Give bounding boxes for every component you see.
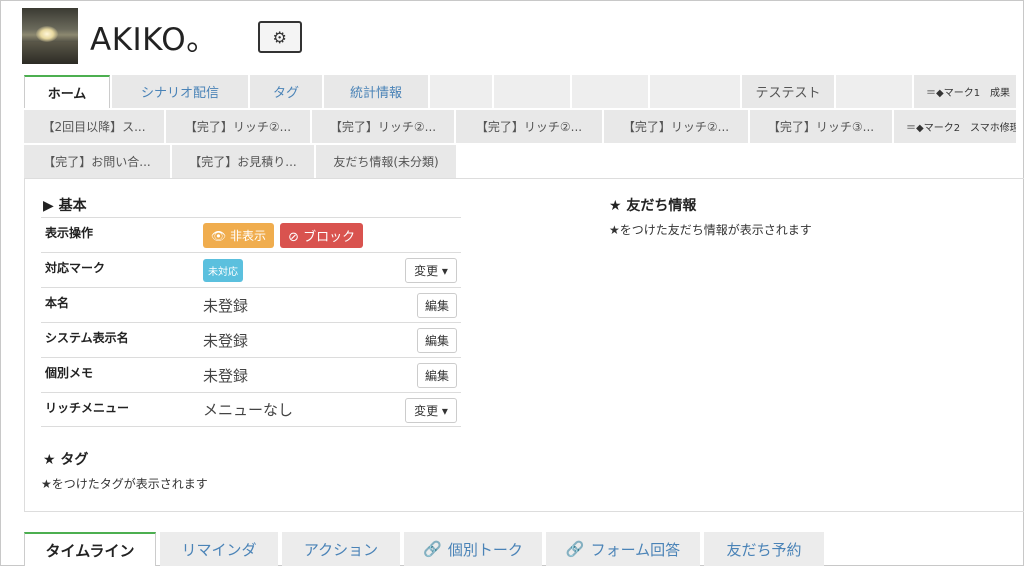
- prop-row-system-name: システム表示名 未登録 編集: [41, 322, 461, 357]
- tab-label: テステスト: [755, 86, 821, 101]
- tab-label: アクション: [303, 540, 379, 559]
- tab-row-2: 【2回目以降】ス... 【完了】リッチ②... 【完了】リッチ②... 【完了】…: [24, 110, 1018, 143]
- tab-label: ＝◆マーク2 スマホ修理: [906, 123, 1016, 134]
- prop-value: 未登録: [203, 296, 249, 315]
- prop-label: システム表示名: [45, 331, 129, 345]
- tab-segment[interactable]: 【2回目以降】ス...: [24, 110, 164, 143]
- tab-label: 【完了】リッチ②...: [475, 120, 583, 134]
- prop-label: 対応マーク: [45, 261, 106, 275]
- tab-label: 友だち情報(未分類): [333, 155, 439, 169]
- tab-label: 統計情報: [349, 86, 402, 101]
- tab-label: 個別トーク: [447, 540, 523, 559]
- tab-label: 【完了】リッチ③...: [767, 120, 875, 134]
- tab-segment[interactable]: 【完了】リッチ②...: [604, 110, 748, 143]
- tab-row-3: 【完了】お問い合... 【完了】お見積り... 友だち情報(未分類): [24, 145, 458, 178]
- tab-home[interactable]: ホーム: [24, 75, 110, 108]
- prop-value: 未登録: [203, 331, 249, 350]
- tab-label: リマインダ: [181, 540, 257, 559]
- prop-row-display-actions: 表示操作 👁 非表示 ⊘ ブロック: [41, 217, 461, 252]
- home-panel: ▶ 基本 表示操作 👁 非表示 ⊘ ブロック 対応マーク 未対応 変更 ▾ 本名…: [24, 178, 1024, 512]
- tab-label: 【完了】お問い合...: [43, 155, 151, 169]
- tab-marker-2[interactable]: ＝◆マーク2 スマホ修理: [894, 110, 1016, 143]
- prop-row-status-mark: 対応マーク 未対応 変更 ▾: [41, 252, 461, 287]
- tab-friend-reservation[interactable]: 友だち予約: [704, 532, 824, 566]
- prop-label: 表示操作: [45, 226, 94, 240]
- basic-properties-table: 表示操作 👁 非表示 ⊘ ブロック 対応マーク 未対応 変更 ▾ 本名 未登録 …: [41, 217, 461, 427]
- change-rich-menu-button[interactable]: 変更 ▾: [405, 398, 457, 423]
- prop-value: 未登録: [203, 366, 249, 385]
- tab-label: 【完了】リッチ②...: [184, 120, 292, 134]
- tab-label: 友だち予約: [726, 540, 802, 559]
- tab-segment[interactable]: 【完了】お問い合...: [24, 145, 170, 178]
- tab-action[interactable]: アクション: [282, 532, 400, 566]
- tags-section-title: ★ タグ: [43, 452, 89, 468]
- tab-timeline[interactable]: タイムライン: [24, 532, 156, 566]
- profile-header: AKIKO。 ⚙: [22, 8, 302, 64]
- edit-real-name-button[interactable]: 編集: [417, 293, 457, 318]
- friend-info-title: ★ 友だち情報: [609, 198, 697, 214]
- tab-label: シナリオ配信: [140, 86, 219, 101]
- block-button[interactable]: ⊘ ブロック: [280, 222, 364, 248]
- prop-value: メニューなし: [203, 401, 294, 419]
- prop-row-rich-menu: リッチメニュー メニューなし 変更 ▾: [41, 392, 461, 427]
- hide-button[interactable]: 👁 非表示: [203, 222, 275, 248]
- tab-reminder[interactable]: リマインダ: [160, 532, 278, 566]
- tab-label: ホーム: [47, 87, 87, 102]
- tab-label: タグ: [272, 86, 299, 101]
- tab-testest[interactable]: テステスト: [742, 75, 834, 108]
- avatar-sea: [22, 42, 78, 64]
- friend-info-desc: ★をつけた友だち情報が表示されます: [609, 223, 812, 237]
- prop-label: 本名: [45, 296, 70, 310]
- link-icon: 🔗: [423, 540, 442, 558]
- tags-section-desc: ★をつけたタグが表示されます: [41, 477, 208, 491]
- tab-label: 【2回目以降】ス...: [42, 120, 146, 134]
- tab-individual-talk[interactable]: 🔗 個別トーク: [404, 532, 542, 566]
- status-badge: 未対応: [203, 258, 243, 282]
- change-status-button[interactable]: 変更 ▾: [405, 258, 457, 283]
- avatar-sun: [36, 26, 58, 42]
- basic-section-title: ▶ 基本: [43, 198, 87, 214]
- tab-segment[interactable]: 【完了】リッチ②...: [166, 110, 310, 143]
- bottom-tab-row: タイムライン リマインダ アクション 🔗 個別トーク 🔗 フォーム回答 友だち予約: [24, 532, 828, 566]
- tab-label: 【完了】リッチ②...: [329, 120, 437, 134]
- tab-blank[interactable]: [836, 75, 912, 108]
- edit-system-name-button[interactable]: 編集: [417, 328, 457, 353]
- prop-row-real-name: 本名 未登録 編集: [41, 287, 461, 322]
- tab-label: タイムライン: [45, 541, 135, 560]
- tab-friend-info-unclassified[interactable]: 友だち情報(未分類): [316, 145, 456, 178]
- prop-label: リッチメニュー: [45, 401, 130, 415]
- gear-icon: ⚙: [272, 27, 287, 47]
- tab-stats[interactable]: 統計情報: [324, 75, 428, 108]
- tab-label: 【完了】お見積り...: [189, 155, 297, 169]
- profile-name: AKIKO。: [90, 21, 218, 58]
- link-icon: 🔗: [565, 540, 585, 558]
- tab-segment[interactable]: 【完了】リッチ②...: [456, 110, 602, 143]
- avatar: [22, 8, 78, 64]
- prop-row-memo: 個別メモ 未登録 編集: [41, 357, 461, 392]
- tab-label: フォーム回答: [590, 540, 681, 559]
- tab-label: ＝◆マーク1 成果: [926, 88, 1011, 99]
- tab-scenario[interactable]: シナリオ配信: [112, 75, 248, 108]
- tab-blank[interactable]: [650, 75, 740, 108]
- tab-marker-1[interactable]: ＝◆マーク1 成果: [914, 75, 1016, 108]
- tab-tags[interactable]: タグ: [250, 75, 322, 108]
- tab-form-answers[interactable]: 🔗 フォーム回答: [546, 532, 700, 566]
- tab-blank[interactable]: [430, 75, 492, 108]
- tab-blank[interactable]: [494, 75, 570, 108]
- tab-segment[interactable]: 【完了】お見積り...: [172, 145, 314, 178]
- prop-label: 個別メモ: [45, 366, 94, 380]
- tab-row-1: ホーム シナリオ配信 タグ 統計情報 テステスト ＝◆マーク1 成果: [24, 75, 1018, 108]
- tab-label: 【完了】リッチ②...: [622, 120, 730, 134]
- settings-button[interactable]: ⚙: [257, 21, 302, 53]
- tab-segment[interactable]: 【完了】リッチ②...: [312, 110, 454, 143]
- tab-segment[interactable]: 【完了】リッチ③...: [750, 110, 892, 143]
- edit-memo-button[interactable]: 編集: [417, 363, 457, 388]
- tab-blank[interactable]: [572, 75, 648, 108]
